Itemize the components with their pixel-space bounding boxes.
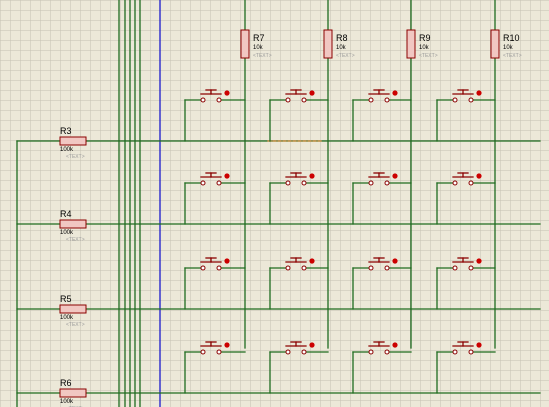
switch-contact <box>301 265 307 271</box>
switch-contact <box>216 265 222 271</box>
resistor-ref-label: R10 <box>503 33 520 43</box>
resistor-value-label: 100k <box>60 230 74 236</box>
switch-contact <box>200 349 206 355</box>
switch-pin-indicator <box>476 258 482 264</box>
switch-contact <box>285 265 291 271</box>
resistor-text-placeholder: <TEXT> <box>66 154 85 160</box>
resistor-body[interactable] <box>59 136 87 146</box>
switch-pin-indicator <box>392 342 398 348</box>
resistor-value-label: 10k <box>503 45 514 51</box>
resistor-ref-label: R3 <box>60 126 72 136</box>
resistor-text-placeholder: <TEXT> <box>66 237 85 243</box>
switch-pin-indicator <box>224 258 230 264</box>
switch-pin-indicator <box>392 90 398 96</box>
switch-contact <box>384 180 390 186</box>
resistor-body[interactable] <box>59 304 87 314</box>
resistor-body[interactable] <box>406 29 416 59</box>
switch-pin-indicator <box>309 258 315 264</box>
switch-contact <box>200 265 206 271</box>
switch-pin-indicator <box>224 342 230 348</box>
switch-pin-indicator <box>309 173 315 179</box>
resistor-value-label: 10k <box>253 45 264 51</box>
switch-pin-indicator <box>224 90 230 96</box>
switch-pin-indicator <box>392 258 398 264</box>
resistor-ref-label: R7 <box>253 33 265 43</box>
switch-pin-indicator <box>392 173 398 179</box>
switch-contact <box>301 180 307 186</box>
switch-contact <box>285 180 291 186</box>
schematic-canvas[interactable]: R3100k<TEXT>R4100k<TEXT>R5100k<TEXT>R610… <box>0 0 549 407</box>
switch-contact <box>285 349 291 355</box>
resistor-value-label: 10k <box>419 45 430 51</box>
resistor-body[interactable] <box>59 219 87 229</box>
resistor-ref-label: R6 <box>60 378 72 388</box>
resistor-ref-label: R4 <box>60 209 72 219</box>
switch-pin-indicator <box>476 90 482 96</box>
resistor-text-placeholder: <TEXT> <box>66 322 85 328</box>
switch-contact <box>368 265 374 271</box>
switch-contact <box>216 349 222 355</box>
switch-contact <box>368 97 374 103</box>
switch-contact <box>301 349 307 355</box>
switch-contact <box>200 180 206 186</box>
switch-contact <box>384 265 390 271</box>
switch-contact <box>468 349 474 355</box>
resistor-ref-label: R5 <box>60 294 72 304</box>
resistor-value-label: 100k <box>60 147 74 153</box>
resistor-ref-label: R9 <box>419 33 431 43</box>
switch-contact <box>216 97 222 103</box>
switch-contact <box>452 180 458 186</box>
switch-contact <box>468 97 474 103</box>
switch-pin-indicator <box>476 173 482 179</box>
resistor-value-label: 10k <box>336 45 347 51</box>
resistor-body[interactable] <box>59 388 87 398</box>
resistor-body[interactable] <box>240 29 250 59</box>
switch-pin-indicator <box>224 173 230 179</box>
switch-pin-indicator <box>309 90 315 96</box>
switch-contact <box>452 265 458 271</box>
resistor-text-placeholder: <TEXT> <box>336 53 355 59</box>
switch-contact <box>452 97 458 103</box>
resistor-ref-label: R8 <box>336 33 348 43</box>
resistor-body[interactable] <box>490 29 500 59</box>
switch-contact <box>384 97 390 103</box>
switch-pin-indicator <box>309 342 315 348</box>
switch-contact <box>368 349 374 355</box>
switch-contact <box>200 97 206 103</box>
resistor-text-placeholder: <TEXT> <box>503 53 522 59</box>
resistor-text-placeholder: <TEXT> <box>419 53 438 59</box>
switch-contact <box>452 349 458 355</box>
resistor-value-label: 100k <box>60 399 74 405</box>
switch-contact <box>468 180 474 186</box>
switch-contact <box>301 97 307 103</box>
switch-contact <box>285 97 291 103</box>
switch-contact <box>384 349 390 355</box>
resistor-text-placeholder: <TEXT> <box>253 53 272 59</box>
switch-pin-indicator <box>476 342 482 348</box>
resistor-value-label: 100k <box>60 315 74 321</box>
resistor-body[interactable] <box>323 29 333 59</box>
switch-contact <box>216 180 222 186</box>
switch-contact <box>468 265 474 271</box>
switch-contact <box>368 180 374 186</box>
